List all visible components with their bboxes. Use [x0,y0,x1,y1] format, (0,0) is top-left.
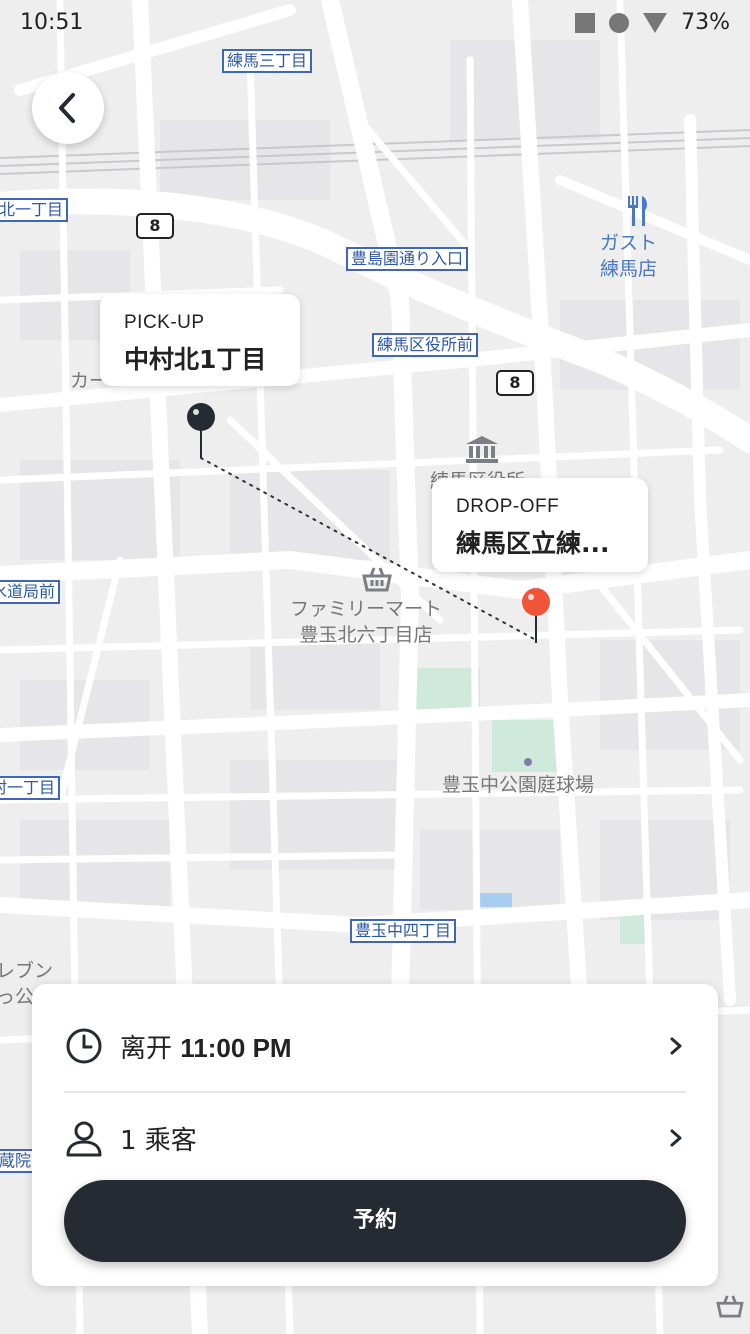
notification-icon [575,12,596,33]
back-button[interactable] [32,72,104,144]
departure-prefix: 离开 [120,1033,173,1064]
pickup-location: 中村北1丁目 [124,345,267,374]
chevron-right-icon [670,1037,682,1055]
book-button[interactable]: 予約 [64,1180,686,1262]
shopping-basket-icon[interactable] [716,1294,744,1322]
dropoff-callout[interactable]: DROP-OFF 練馬区立練... [432,478,648,572]
wifi-icon [643,12,668,33]
status-bar: 10:51 73% [0,0,750,46]
pickup-kicker: PICK-UP [124,312,205,333]
passengers-row[interactable]: 1 乘客 [64,1092,686,1184]
chevron-right-icon [670,1129,682,1147]
station-label-kura[interactable]: 蔵院 [0,1149,37,1173]
dropoff-location: 練馬区立練... [456,529,610,558]
status-time: 10:51 [20,10,84,35]
route-8-shield: 8 [136,213,174,239]
government-building-icon[interactable] [466,436,498,468]
poi-gusto-label[interactable]: ガスト 練馬店 [600,230,657,282]
departure-time: 11:00 PM [180,1032,292,1063]
departure-time-row[interactable]: 离开 11:00 PM [64,1000,686,1092]
dropoff-kicker: DROP-OFF [456,496,560,517]
dropoff-pin-icon[interactable] [521,587,551,649]
booking-sheet: 离开 11:00 PM 1 乘客 予約 [32,984,718,1286]
route-8-shield: 8 [496,370,534,396]
person-icon [66,1121,102,1157]
poi-park-label[interactable]: 豊玉中公園庭球場 [442,772,594,798]
departure-time-text: 离开 11:00 PM [120,1028,666,1065]
sync-icon [609,12,630,33]
shopping-basket-icon[interactable] [362,566,392,596]
pickup-pin-icon[interactable] [186,402,216,464]
passengers-text: 1 乘客 [120,1125,197,1156]
clock-icon [66,1028,102,1064]
status-icons: 73% [575,10,730,35]
station-label-toshimaen[interactable]: 豊島園通り入口 [346,247,469,271]
station-label-suido[interactable]: 水道局前 [0,580,61,604]
restaurant-icon[interactable] [626,196,650,230]
pickup-callout[interactable]: PICK-UP 中村北1丁目 [100,294,300,386]
station-label-kita-1[interactable]: 北一丁目 [0,198,69,222]
station-label-kuyakusho[interactable]: 練馬区役所前 [372,333,479,357]
chevron-left-icon [59,93,75,123]
station-label-toyotamanaka-4[interactable]: 豊玉中四丁目 [350,919,457,943]
battery-percentage: 73% [681,10,730,35]
station-label-mura-1[interactable]: 村一丁目 [0,776,61,800]
station-label-nerima-3[interactable]: 練馬三丁目 [222,49,313,73]
poi-family-mart-label[interactable]: ファミリーマート 豊玉北六丁目店 [290,596,442,648]
